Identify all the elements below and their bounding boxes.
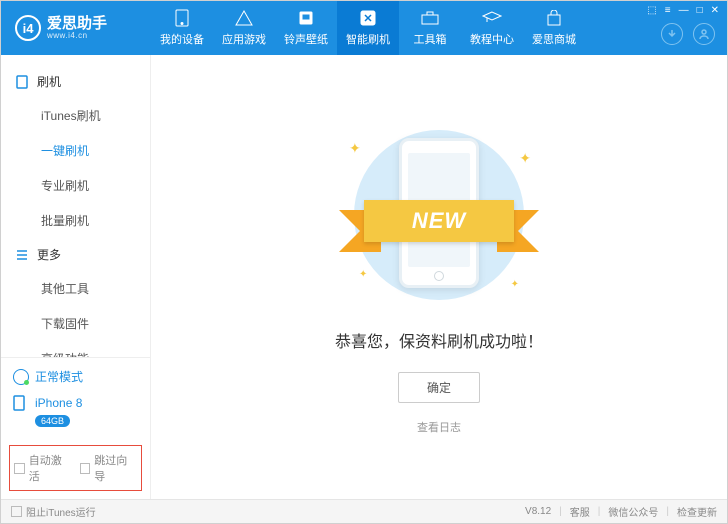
nav-mall[interactable]: 爱思商城 [523,1,585,55]
version-label: V8.12 [525,506,551,517]
header: i4 爱思助手 www.i4.cn 我的设备 应用游戏 铃声壁纸 智能刷机 工具… [1,1,727,55]
tutorial-icon [482,9,502,27]
sidebar-item-advanced[interactable]: 高级功能 [1,341,150,357]
control-menu[interactable]: ≡ [665,5,671,16]
phone-icon [13,395,29,411]
sidebar-group-more[interactable]: 更多 [1,238,150,271]
nav-toolbox[interactable]: 工具箱 [399,1,461,55]
nav-flash[interactable]: 智能刷机 [337,1,399,55]
sidebar-item-pro[interactable]: 专业刷机 [1,168,150,203]
control-skin[interactable]: ⬚ [647,5,656,16]
download-button[interactable] [661,23,683,45]
checkbox-skip-guide[interactable]: 跳过向导 [80,452,138,484]
sidebar-item-itunes[interactable]: iTunes刷机 [1,98,150,133]
sidebar-item-batch[interactable]: 批量刷机 [1,203,150,238]
sidebar-group-flash[interactable]: 刷机 [1,65,150,98]
app-name: 爱思助手 [47,16,107,31]
top-nav: 我的设备 应用游戏 铃声壁纸 智能刷机 工具箱 教程中心 爱思商城 [151,1,585,55]
ok-button[interactable]: 确定 [398,372,480,403]
app-url: www.i4.cn [47,31,107,40]
checkbox-icon [11,506,22,517]
checkbox-auto-activate[interactable]: 自动激活 [14,452,72,484]
sidebar-item-other[interactable]: 其他工具 [1,271,150,306]
storage-badge: 64GB [35,415,70,427]
logo-icon: i4 [15,15,41,41]
sidebar-item-firmware[interactable]: 下载固件 [1,306,150,341]
mall-icon [544,9,564,27]
checkbox-icon [80,463,91,474]
device-mode[interactable]: 正常模式 [13,368,138,385]
phone-icon [15,75,29,89]
nav-apps[interactable]: 应用游戏 [213,1,275,55]
support-link[interactable]: 客服 [570,504,590,519]
control-min[interactable]: — [679,5,689,16]
main-panel: ✦ ✦ ✦ ✦ NEW 恭喜您，保资料刷机成功啦！ 确定 查看日志 [151,55,727,499]
menu-icon [15,248,29,262]
phone-icon [172,9,192,27]
flash-icon [358,9,378,27]
checkbox-block-itunes[interactable]: 阻止iTunes运行 [11,504,96,519]
wechat-link[interactable]: 微信公众号 [608,504,658,519]
window-controls: ⬚ ≡ — □ ✕ [647,5,719,16]
update-link[interactable]: 检查更新 [677,504,717,519]
status-icon [13,369,29,385]
sidebar-item-oneclick[interactable]: 一键刷机 [1,133,150,168]
device-info[interactable]: iPhone 8 [13,395,138,411]
new-ribbon: NEW [364,200,514,242]
toolbox-icon [420,9,440,27]
ringtone-icon [296,9,316,27]
sidebar: 刷机 iTunes刷机 一键刷机 专业刷机 批量刷机 更多 其他工具 下载固件 … [1,55,151,499]
success-message: 恭喜您，保资料刷机成功啦！ [335,328,543,352]
apps-icon [234,9,254,27]
nav-device[interactable]: 我的设备 [151,1,213,55]
logo[interactable]: i4 爱思助手 www.i4.cn [1,15,151,41]
control-close[interactable]: ✕ [711,5,719,16]
success-illustration: ✦ ✦ ✦ ✦ NEW [329,120,549,310]
checkbox-icon [14,463,25,474]
footer: 阻止iTunes运行 V8.12 | 客服 | 微信公众号 | 检查更新 [1,499,727,523]
flash-options-highlighted: 自动激活 跳过向导 [9,445,142,491]
header-actions [661,23,715,45]
nav-tutorial[interactable]: 教程中心 [461,1,523,55]
nav-ringtone[interactable]: 铃声壁纸 [275,1,337,55]
view-log-link[interactable]: 查看日志 [417,419,461,435]
control-max[interactable]: □ [697,5,703,16]
user-button[interactable] [693,23,715,45]
